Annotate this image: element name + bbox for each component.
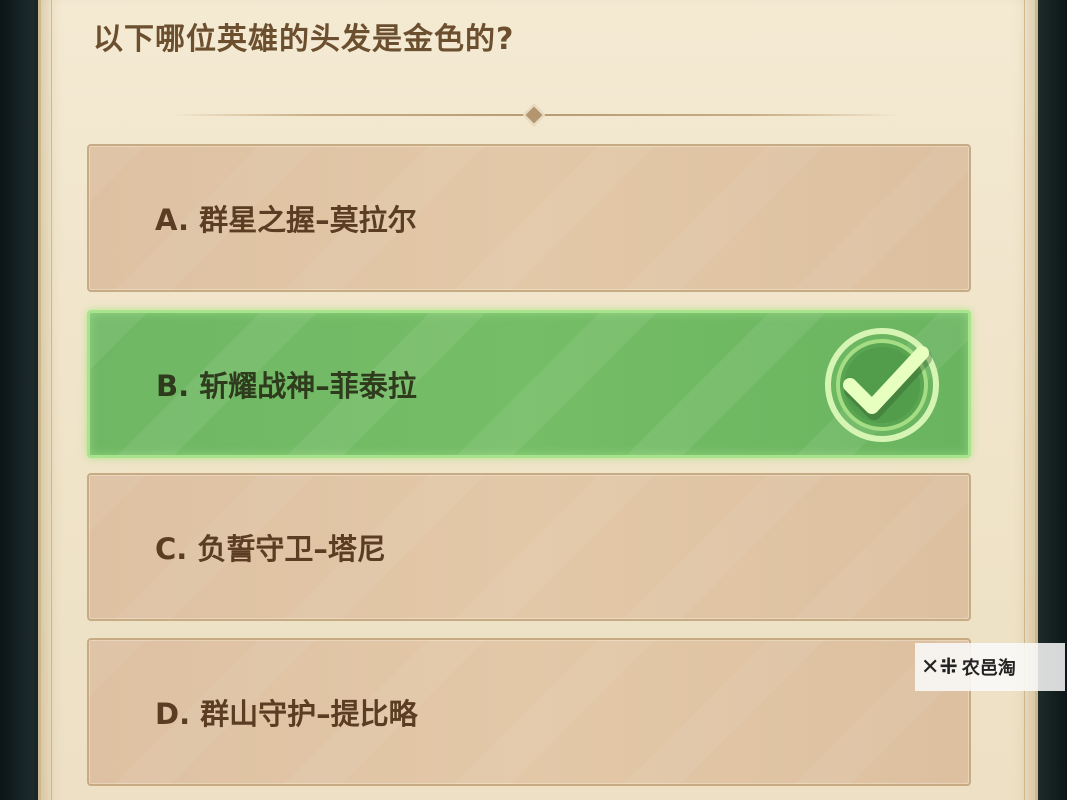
option-d-button[interactable]: D. 群山守护–提比略 bbox=[87, 638, 971, 786]
option-a-label: A. 群星之握–莫拉尔 bbox=[155, 203, 417, 237]
option-b-label: B. 斩耀战神–菲泰拉 bbox=[156, 369, 417, 403]
watermark: ✕⁜ 农邑淘 bbox=[915, 643, 1065, 691]
question-text: 以下哪位英雄的头发是金色的? bbox=[93, 22, 515, 57]
option-c-label: C. 负誓守卫–塔尼 bbox=[155, 532, 386, 566]
option-d-label: D. 群山守护–提比略 bbox=[155, 697, 418, 731]
option-c-button[interactable]: C. 负誓守卫–塔尼 bbox=[87, 473, 971, 621]
option-b-button[interactable]: B. 斩耀战神–菲泰拉 bbox=[87, 310, 971, 458]
watermark-logo-icon: ✕⁜ bbox=[921, 654, 958, 680]
divider-gem-icon bbox=[522, 103, 546, 127]
checkmark-icon bbox=[825, 328, 939, 442]
option-a-button[interactable]: A. 群星之握–莫拉尔 bbox=[87, 144, 971, 292]
ornamental-divider bbox=[170, 103, 900, 127]
watermark-text: 农邑淘 bbox=[961, 658, 1016, 679]
game-screen: 以下哪位英雄的头发是金色的? A. 群星之握–莫拉尔 B. 斩耀战神–菲泰拉 C… bbox=[0, 0, 1067, 800]
